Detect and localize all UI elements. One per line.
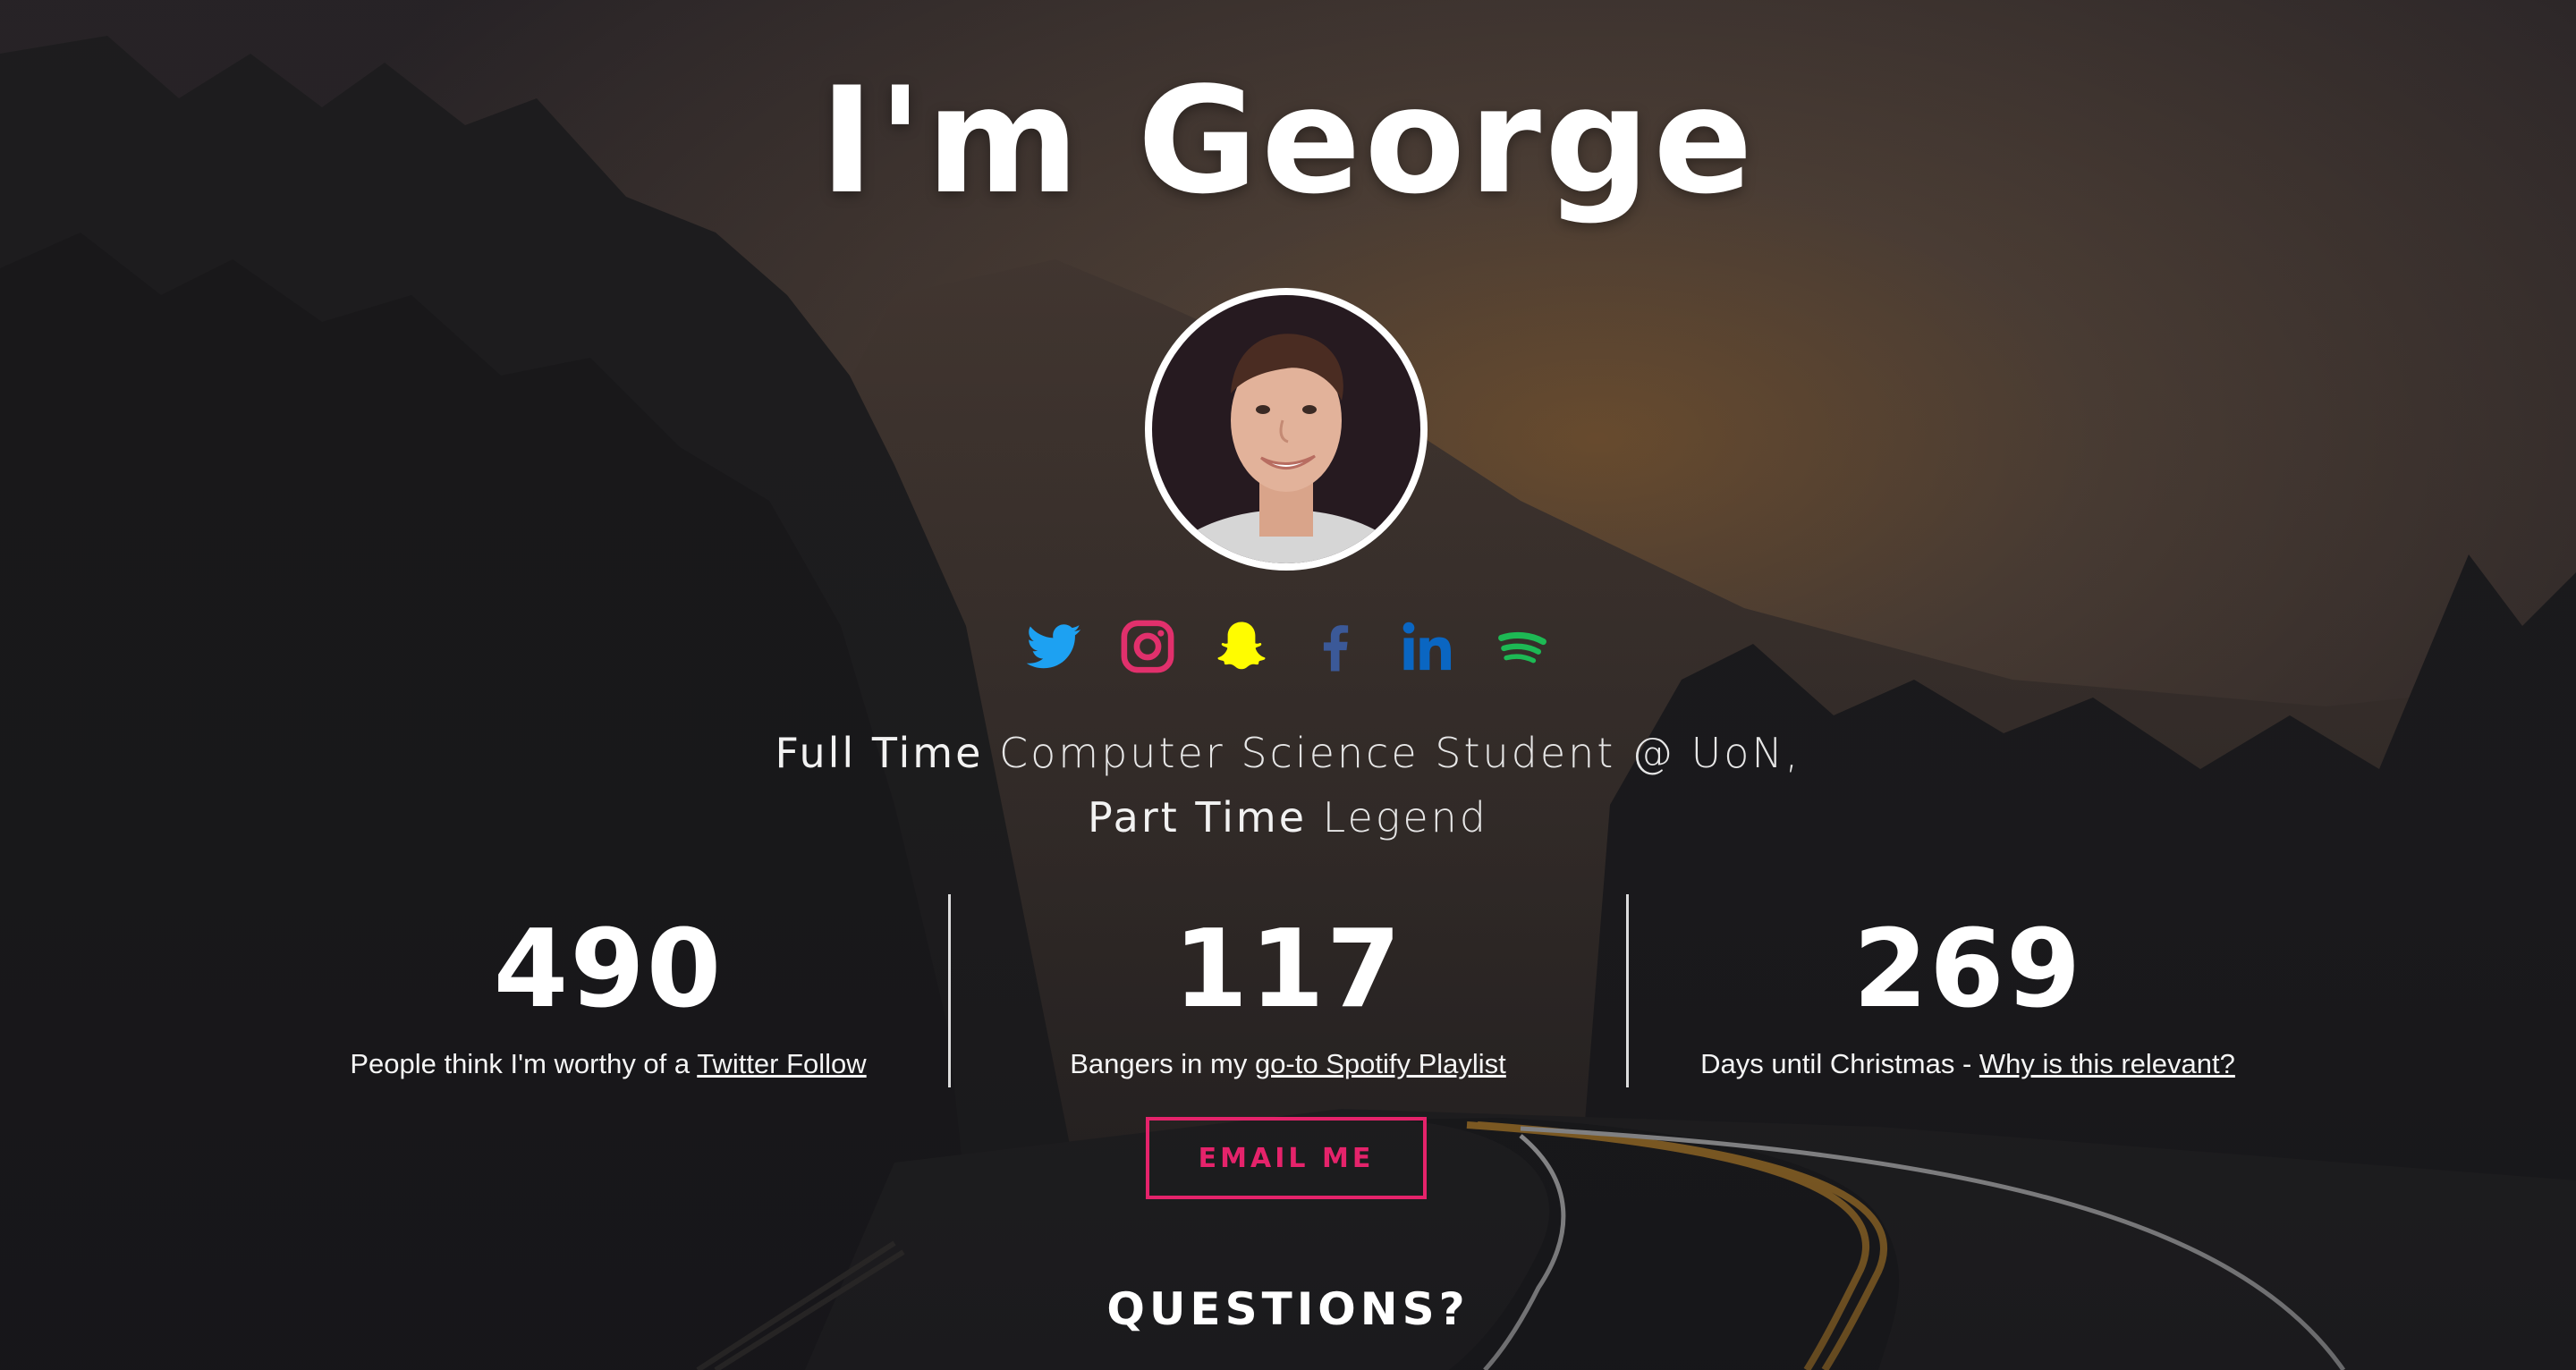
stat-number: 269 <box>1852 908 2083 1032</box>
page-title: I'm George <box>819 55 1757 226</box>
tagline: Full Time Computer Science Student @ UoN… <box>0 721 2576 850</box>
facebook-link[interactable] <box>1301 613 1368 681</box>
tagline-line-2: Part Time Legend <box>0 785 2576 850</box>
stat-caption-text: Bangers in my <box>1070 1048 1255 1079</box>
landing-page: I'm George Full Time Computer Science St… <box>0 0 2576 1370</box>
twitter-link[interactable] <box>1020 613 1088 681</box>
tagline-emphasis: Full Time <box>775 729 984 777</box>
stat-caption: People think I'm worthy of a Twitter Fol… <box>268 1044 948 1084</box>
linkedin-icon <box>1402 622 1452 671</box>
tagline-text: Legend <box>1307 793 1489 841</box>
social-links <box>1020 613 1556 680</box>
twitter-follow-link[interactable]: Twitter Follow <box>697 1048 866 1079</box>
profile-photo <box>1152 295 1420 563</box>
stat-christmas-countdown: 269 Days until Christmas - Why is this r… <box>1628 903 2308 1084</box>
tagline-text: Computer Science Student @ UoN, <box>983 729 1801 777</box>
tagline-emphasis: Part Time <box>1087 793 1307 841</box>
stat-spotify-playlist: 117 Bangers in my go-to Spotify Playlist <box>948 903 1628 1084</box>
stat-caption: Bangers in my go-to Spotify Playlist <box>948 1044 1628 1084</box>
stat-caption: Days until Christmas - Why is this relev… <box>1628 1044 2308 1084</box>
stat-number: 117 <box>1173 908 1403 1032</box>
instagram-icon <box>1121 620 1174 673</box>
questions-heading: QUESTIONS? <box>1106 1283 1470 1335</box>
stat-number: 490 <box>493 908 724 1032</box>
twitter-icon <box>1026 624 1081 669</box>
email-me-button[interactable]: EMAIL ME <box>1146 1117 1427 1199</box>
stat-caption-text: Days until Christmas - <box>1700 1048 1979 1079</box>
spotify-link[interactable] <box>1488 613 1556 681</box>
snapchat-icon <box>1217 622 1266 670</box>
stat-twitter-followers: 490 People think I'm worthy of a Twitter… <box>268 903 948 1084</box>
avatar <box>1145 288 1428 571</box>
why-relevant-link[interactable]: Why is this relevant? <box>1979 1048 2235 1079</box>
facebook-icon <box>1324 625 1349 672</box>
snapchat-link[interactable] <box>1208 613 1275 681</box>
instagram-link[interactable] <box>1114 613 1182 681</box>
stat-caption-text: People think I'm worthy of a <box>350 1048 698 1079</box>
linkedin-link[interactable] <box>1394 613 1462 681</box>
spotify-icon <box>1498 631 1546 664</box>
spotify-playlist-link[interactable]: go-to Spotify Playlist <box>1255 1048 1506 1079</box>
tagline-line-1: Full Time Computer Science Student @ UoN… <box>0 721 2576 785</box>
